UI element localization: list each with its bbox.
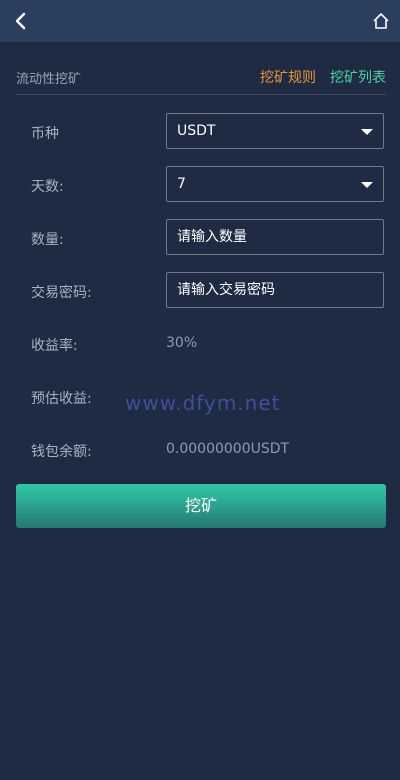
dropdown-arrow-icon bbox=[361, 182, 373, 188]
days-row: 天数: 7 bbox=[0, 166, 400, 204]
password-row: 交易密码: 请输入交易密码 bbox=[0, 272, 400, 310]
top-navigation-bar bbox=[0, 0, 400, 42]
currency-selected-value: USDT bbox=[177, 123, 216, 139]
wallet-balance-value: 0.00000000USDT bbox=[166, 441, 290, 457]
mine-button[interactable]: 挖矿 bbox=[16, 484, 386, 528]
wallet-balance-label: 钱包余额: bbox=[31, 444, 92, 460]
currency-select[interactable]: USDT bbox=[166, 113, 384, 149]
password-placeholder: 请输入交易密码 bbox=[177, 282, 275, 298]
amount-label: 数量: bbox=[31, 232, 64, 248]
yield-rate-row: 收益率: 30% bbox=[0, 325, 400, 363]
back-button[interactable] bbox=[8, 8, 34, 34]
page-title: 流动性挖矿 bbox=[16, 72, 82, 87]
mining-list-link[interactable]: 挖矿列表 bbox=[330, 67, 386, 87]
amount-row: 数量: 请输入数量 bbox=[0, 219, 400, 257]
mining-rules-link[interactable]: 挖矿规则 bbox=[260, 67, 316, 87]
days-selected-value: 7 bbox=[177, 176, 186, 192]
yield-rate-label: 收益率: bbox=[31, 338, 78, 354]
dropdown-arrow-icon bbox=[361, 129, 373, 135]
currency-label: 币种 bbox=[31, 126, 59, 142]
wallet-balance-row: 钱包余额: 0.00000000USDT bbox=[0, 431, 400, 469]
home-button[interactable] bbox=[368, 8, 394, 34]
home-icon bbox=[373, 13, 389, 29]
watermark: www.dfym.net bbox=[125, 391, 281, 415]
days-select[interactable]: 7 bbox=[166, 166, 384, 202]
yield-rate-value: 30% bbox=[166, 335, 198, 351]
password-label: 交易密码: bbox=[31, 285, 92, 301]
amount-input[interactable]: 请输入数量 bbox=[166, 219, 384, 255]
estimated-income-label: 预估收益: bbox=[31, 391, 92, 407]
amount-placeholder: 请输入数量 bbox=[177, 229, 247, 245]
chevron-left-icon bbox=[15, 12, 26, 30]
days-label: 天数: bbox=[31, 179, 64, 195]
page-subheader: 流动性挖矿 挖矿规则 挖矿列表 bbox=[16, 60, 386, 95]
trade-password-input[interactable]: 请输入交易密码 bbox=[166, 272, 384, 308]
currency-row: 币种 USDT bbox=[0, 113, 400, 151]
